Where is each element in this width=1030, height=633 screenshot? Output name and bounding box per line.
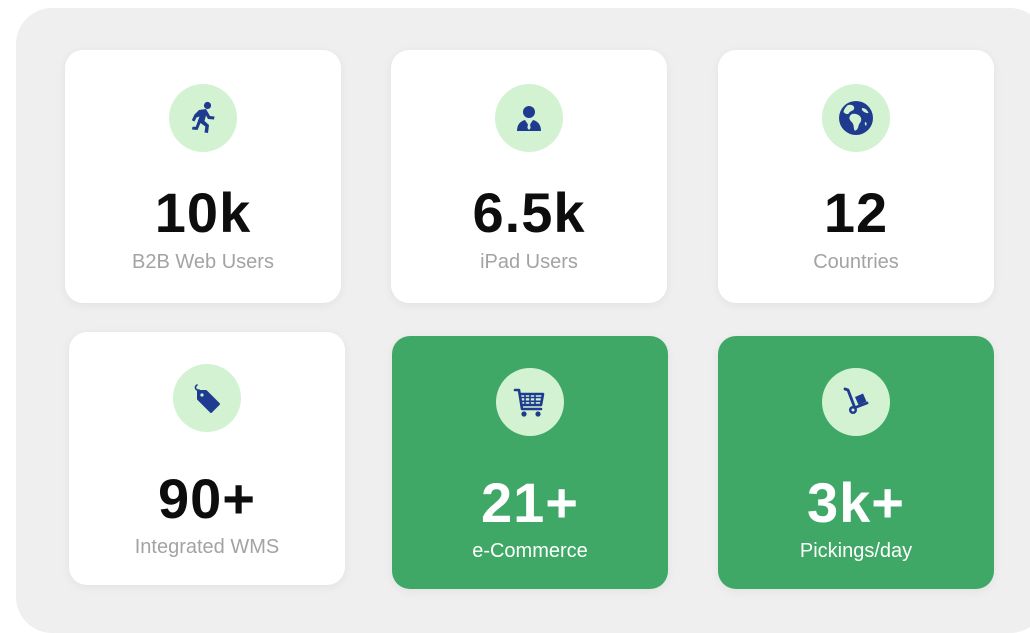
icon-badge (169, 84, 237, 152)
stat-value: 3k+ (807, 471, 905, 534)
globe-icon (839, 101, 873, 135)
stat-label: e-Commerce (472, 540, 588, 562)
stat-card-b2b-web-users: 10k B2B Web Users (65, 50, 341, 303)
stat-label: Countries (813, 251, 899, 273)
shopping-cart-icon (513, 388, 545, 417)
icon-badge (173, 364, 241, 432)
stat-value: 10k (154, 181, 252, 244)
stat-label: iPad Users (480, 251, 578, 273)
stats-panel: 10k B2B Web Users 6.5k iPad Users 12 Cou… (16, 8, 1030, 633)
price-tag-icon (194, 384, 220, 413)
icon-badge (822, 84, 890, 152)
icon-badge (822, 368, 890, 436)
stat-card-countries: 12 Countries (718, 50, 994, 303)
stat-label: Pickings/day (799, 540, 913, 562)
icon-badge (495, 84, 563, 152)
stat-card-e-commerce: 21+ e-Commerce (392, 336, 668, 589)
stat-card-pickings-per-day: 3k+ Pickings/day (718, 336, 994, 589)
stat-value: 90+ (158, 467, 256, 530)
stat-value: 21+ (481, 471, 579, 534)
stat-card-integrated-wms: 90+ Integrated WMS (69, 332, 345, 585)
running-person-icon (191, 101, 215, 133)
hand-truck-icon (843, 387, 869, 414)
businessman-icon (517, 106, 541, 131)
stat-label: B2B Web Users (132, 251, 274, 273)
stat-card-ipad-users: 6.5k iPad Users (391, 50, 667, 303)
icon-badge (496, 368, 564, 436)
stat-value: 12 (823, 181, 889, 244)
stat-label: Integrated WMS (134, 536, 280, 558)
stat-value: 6.5k (472, 181, 586, 244)
